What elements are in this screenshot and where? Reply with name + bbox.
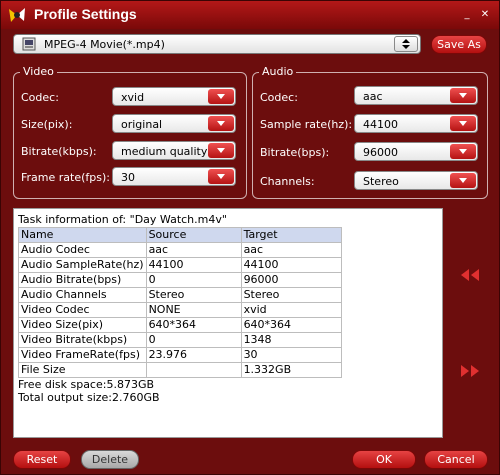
row-target: 30 [240,347,342,363]
reset-button[interactable]: Reset [13,450,71,469]
delete-button[interactable]: Delete [81,450,139,469]
up-down-arrow-icon [402,39,410,49]
task-info-panel: Task information of: "Day Watch.m4v" Nam… [13,208,443,438]
row-source: 44100 [145,257,242,273]
row-source [145,362,242,378]
column-header-target: Target [240,227,342,243]
row-source: 0 [145,272,242,288]
video-framerate-select[interactable]: 30 [112,167,236,186]
row-name: Video FrameRate(fps) [18,347,147,363]
row-source: Stereo [145,287,242,303]
save-as-button[interactable]: Save As [431,35,487,54]
video-framerate-value: 30 [121,171,135,184]
table-row: Video Bitrate(kbps) 0 1348 [18,332,342,348]
row-target: 1348 [240,332,342,348]
app-logo-icon [9,8,25,22]
audio-channels-select[interactable]: Stereo [354,171,478,190]
audio-samplerate-label: Sample rate(hz): [260,118,353,131]
dropdown-arrow-icon[interactable] [450,116,476,131]
row-name: Video Size(pix) [18,317,147,333]
close-button[interactable]: ✕ [479,10,491,20]
row-target: 1.332GB [240,362,342,378]
row-name: Audio SampleRate(hz) [18,257,147,273]
profile-settings-window: Profile Settings _ ✕ MPEG-4 Movie(*.mp4)… [0,0,500,475]
video-group-title: Video [20,65,57,78]
table-row: Audio Bitrate(bps) 0 96000 [18,272,342,288]
video-size-value: original [121,118,163,131]
dropdown-arrow-icon[interactable] [450,173,476,188]
row-source: 0 [145,332,242,348]
row-name: Video Codec [18,302,147,318]
audio-samplerate-value: 44100 [363,118,398,131]
column-header-source: Source [145,227,242,243]
dropdown-arrow-icon[interactable] [208,169,234,184]
table-row: Video FrameRate(fps) 23.976 30 [18,347,342,363]
audio-channels-label: Channels: [260,175,315,188]
video-bitrate-label: Bitrate(kbps): [21,145,97,158]
row-name: Video Bitrate(kbps) [18,332,147,348]
video-framerate-label: Frame rate(fps): [21,171,110,184]
dropdown-arrow-icon[interactable] [208,89,234,104]
table-row: Audio Channels Stereo Stereo [18,287,342,303]
row-source: 640*364 [145,317,242,333]
row-target: 96000 [240,272,342,288]
audio-channels-value: Stereo [363,175,399,188]
table-row: File Size 1.332GB [18,362,342,378]
video-size-label: Size(pix): [21,118,73,131]
window-title: Profile Settings [34,6,137,22]
free-disk-space: Free disk space:5.873GB [18,378,155,391]
profile-select[interactable]: MPEG-4 Movie(*.mp4) [13,34,421,54]
profile-select-spinner[interactable] [394,36,418,52]
bottom-button-bar: Reset Delete OK Cancel [1,443,499,474]
row-source: NONE [145,302,242,318]
task-info-heading: Task information of: "Day Watch.m4v" [18,213,227,226]
row-target: xvid [240,302,342,318]
video-codec-select[interactable]: xvid [112,87,236,106]
dropdown-arrow-icon[interactable] [450,88,476,103]
row-source: aac [145,242,242,258]
audio-bitrate-value: 96000 [363,146,398,159]
row-source: 23.976 [145,347,242,363]
table-row: Video Size(pix) 640*364 640*364 [18,317,342,333]
dropdown-arrow-icon[interactable] [450,144,476,159]
audio-group-title: Audio [259,65,297,78]
ok-button[interactable]: OK [352,450,416,469]
row-name: File Size [18,362,147,378]
audio-samplerate-select[interactable]: 44100 [354,114,478,133]
video-size-select[interactable]: original [112,114,236,133]
table-header-row: Name Source Target [18,227,342,243]
table-row: Video Codec NONE xvid [18,302,342,318]
dropdown-arrow-icon[interactable] [208,116,234,131]
title-bar[interactable]: Profile Settings _ ✕ [1,1,499,29]
audio-bitrate-label: Bitrate(bps): [260,146,330,159]
minimize-button[interactable]: _ [461,10,473,20]
total-output-size: Total output size:2.760GB [18,391,160,404]
row-name: Audio Codec [18,242,147,258]
cancel-button[interactable]: Cancel [424,450,488,469]
video-bitrate-select[interactable]: medium quality [112,141,236,160]
row-name: Audio Channels [18,287,147,303]
column-header-name: Name [18,227,147,243]
row-name: Audio Bitrate(bps) [18,272,147,288]
collapse-left-arrow-icon[interactable] [459,267,481,283]
profile-select-value: MPEG-4 Movie(*.mp4) [44,38,165,51]
video-codec-label: Codec: [21,91,59,104]
audio-bitrate-select[interactable]: 96000 [354,142,478,161]
expand-right-arrow-icon[interactable] [459,363,481,379]
row-target: 640*364 [240,317,342,333]
video-bitrate-value: medium quality [121,145,208,158]
table-row: Audio SampleRate(hz) 44100 44100 [18,257,342,273]
task-info-table: Name Source Target Audio Codec aac aac Aud… [18,227,342,378]
audio-codec-select[interactable]: aac [354,86,478,105]
row-target: 44100 [240,257,342,273]
row-target: Stereo [240,287,342,303]
table-row: Audio Codec aac aac [18,242,342,258]
video-codec-value: xvid [121,91,145,104]
audio-codec-label: Codec: [260,91,298,104]
dropdown-arrow-icon[interactable] [208,143,234,158]
video-file-icon [22,37,36,51]
row-target: aac [240,242,342,258]
audio-codec-value: aac [363,90,383,103]
